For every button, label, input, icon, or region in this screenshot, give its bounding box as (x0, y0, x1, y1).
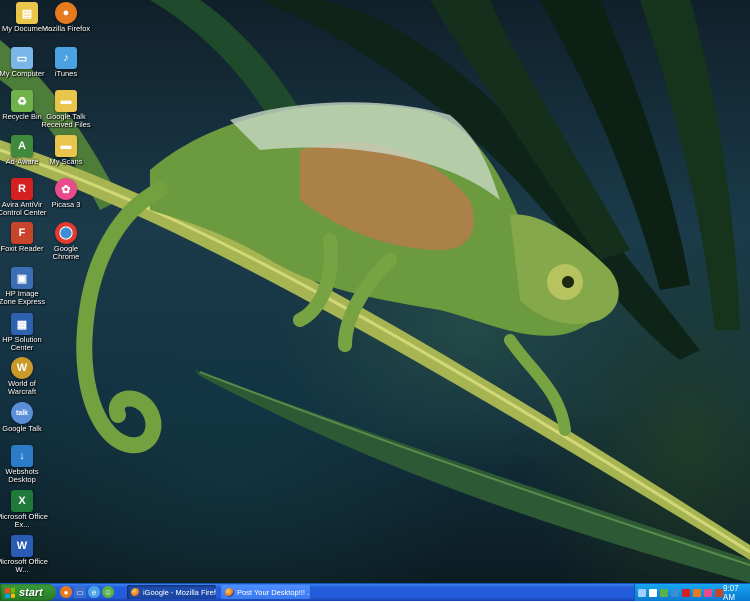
desktop-icon-google-chrome[interactable]: Google Chrome (40, 222, 92, 261)
world-of-warcraft-icon: W (11, 357, 33, 379)
taskbar-button-post-your-desktop[interactable]: Post Your Desktop!!! ... (221, 585, 310, 599)
windows-logo-icon (5, 587, 15, 598)
desktop-wallpaper: ▤ My Documents ● Mozilla Firefox ▭ My Co… (0, 0, 750, 583)
taskbar: start ● ▭ e ☺ iGoogle - Mozilla Firefox … (0, 583, 750, 602)
clock[interactable]: 9:07 AM (723, 584, 746, 602)
firefox-quicklaunch-icon[interactable]: ● (60, 586, 72, 598)
desktop-icon-mozilla-firefox[interactable]: ● Mozilla Firefox (40, 2, 92, 33)
foxit-reader-icon: F (11, 222, 33, 244)
ie-icon[interactable]: e (88, 586, 100, 598)
hp-image-zone-icon: ▣ (11, 267, 33, 289)
desktop-icon-webshots[interactable]: ↓ Webshots Desktop (0, 445, 48, 484)
hp-solution-center-icon: ▦ (11, 313, 33, 335)
my-computer-icon: ▭ (11, 47, 33, 69)
start-button[interactable]: start (0, 584, 56, 601)
folder-icon: ▬ (55, 135, 77, 157)
messenger-icon[interactable]: ☺ (102, 586, 114, 598)
desktop-icon-google-talk-received-files[interactable]: ▬ Google Talk Received Files (40, 90, 92, 129)
quick-launch-bar: ● ▭ e ☺ (60, 586, 114, 599)
taskbar-button-igoogle-firefox[interactable]: iGoogle - Mozilla Firefox (127, 585, 216, 599)
network-icon[interactable] (638, 588, 646, 597)
firefox-icon: ● (55, 2, 77, 24)
excel-icon: X (11, 490, 33, 512)
google-talk-icon: talk (11, 402, 33, 424)
avira-icon: R (11, 178, 33, 200)
desktop-icon-microsoft-office-word[interactable]: W Microsoft Office W... (0, 535, 48, 574)
desktop-icon-microsoft-office-excel[interactable]: X Microsoft Office Ex... (0, 490, 48, 529)
firefox-icon (225, 587, 234, 597)
folder-icon: ▬ (55, 90, 77, 112)
word-icon: W (11, 535, 33, 557)
picasa-icon: ✿ (55, 178, 77, 200)
webshots-icon: ↓ (11, 445, 33, 467)
security-tray-icon[interactable] (715, 588, 723, 597)
chameleon-wallpaper (0, 0, 750, 583)
desktop-icon-my-scans[interactable]: ▬ My Scans (40, 135, 92, 166)
desktop-icon-itunes[interactable]: ♪ iTunes (40, 47, 92, 78)
recycle-bin-icon: ♻ (11, 90, 33, 112)
bluetooth-icon[interactable] (671, 588, 679, 597)
volume-icon[interactable] (649, 588, 657, 597)
avira-tray-icon[interactable] (682, 588, 690, 597)
my-documents-icon: ▤ (16, 2, 38, 24)
desktop-icon-picasa[interactable]: ✿ Picasa 3 (40, 178, 92, 209)
system-tray: 9:07 AM (634, 584, 750, 602)
desktop-icon-google-talk[interactable]: talk Google Talk (0, 402, 48, 433)
desktop-icon-hp-image-zone[interactable]: ▣ HP Image Zone Express (0, 267, 48, 306)
firefox-icon (131, 587, 140, 597)
desktop-icon-hp-solution-center[interactable]: ▦ HP Solution Center (0, 313, 48, 352)
messenger-tray-icon[interactable] (660, 588, 668, 597)
firefox-tray-icon[interactable] (693, 588, 701, 597)
show-desktop-icon[interactable]: ▭ (74, 586, 86, 598)
picasa-tray-icon[interactable] (704, 588, 712, 597)
desktop-icon-world-of-warcraft[interactable]: W World of Warcraft (0, 357, 48, 396)
itunes-icon: ♪ (55, 47, 77, 69)
ad-aware-icon: A (11, 135, 33, 157)
chrome-icon (55, 222, 77, 244)
